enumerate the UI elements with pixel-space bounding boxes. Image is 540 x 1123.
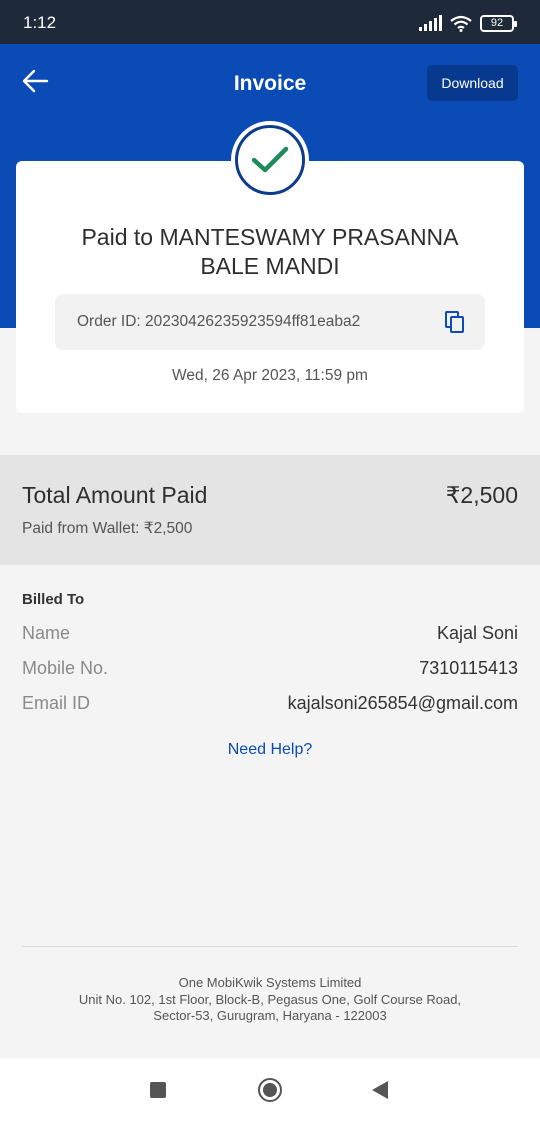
company-name: One MobiKwik Systems Limited: [178, 975, 362, 990]
billed-row-mobile: Mobile No. 7310115413: [22, 658, 518, 682]
billed-value: kajalsoni265854@gmail.com: [287, 693, 518, 713]
billed-row-email: Email ID kajalsoni265854@gmail.com: [22, 693, 518, 717]
payment-datetime: Wed, 26 Apr 2023, 11:59 pm: [172, 367, 368, 384]
status-time: 1:12: [23, 13, 57, 32]
nav-back-icon[interactable]: [372, 1081, 388, 1099]
success-badge: [231, 121, 309, 199]
order-id-box: Order ID: 20230426235923594ff81eaba2: [55, 294, 485, 350]
billed-value: 7310115413: [419, 658, 518, 678]
billed-label: Name: [22, 623, 71, 643]
billed-label: Email ID: [22, 693, 91, 713]
billed-to-title: Billed To: [22, 591, 85, 608]
wallet-payment-text: Paid from Wallet: ₹2,500: [22, 520, 193, 537]
wifi-icon: [450, 15, 472, 32]
copy-icon[interactable]: [445, 311, 465, 333]
system-nav-bar: [0, 1058, 540, 1123]
signal-icon: [419, 15, 442, 31]
billed-value: Kajal Soni: [436, 623, 518, 643]
status-icons: 92: [419, 13, 517, 33]
recents-icon[interactable]: [150, 1082, 166, 1098]
download-button[interactable]: Download: [427, 65, 518, 101]
order-id: Order ID: 20230426235923594ff81eaba2: [77, 313, 361, 330]
battery-icon: 92: [480, 14, 517, 32]
checkmark-icon: [251, 146, 289, 173]
total-amount: ₹2,500: [445, 482, 518, 508]
company-address-line1: Unit No. 102, 1st Floor, Block-B, Pegasu…: [78, 991, 462, 1007]
total-label: Total Amount Paid: [22, 482, 208, 508]
footer: One MobiKwik Systems Limited Unit No. 10…: [0, 975, 540, 1025]
billed-label: Mobile No.: [22, 658, 109, 678]
home-icon[interactable]: [258, 1078, 282, 1102]
billed-row-name: Name Kajal Soni: [22, 623, 518, 647]
need-help-link[interactable]: Need Help?: [0, 741, 540, 759]
status-bar: 1:12 92: [0, 0, 540, 44]
paid-to-text: Paid to MANTESWAMY PRASANNA BALE MANDI: [81, 224, 459, 279]
total-section: Total Amount Paid ₹2,500 Paid from Walle…: [0, 455, 540, 565]
footer-divider: [22, 946, 518, 947]
company-address-line2: Sector-53, Gurugram, Haryana - 122003: [153, 1008, 387, 1023]
